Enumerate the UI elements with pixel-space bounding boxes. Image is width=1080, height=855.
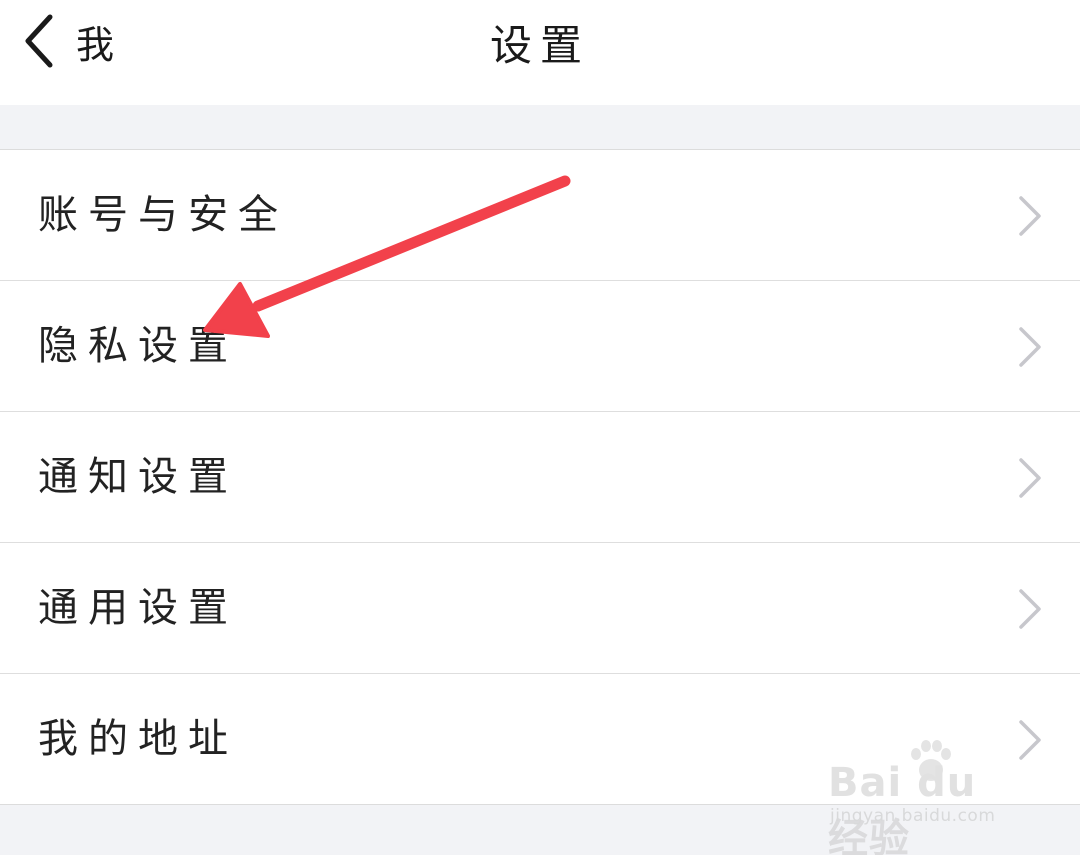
chevron-right-icon <box>1016 194 1044 238</box>
chevron-right-icon <box>1016 325 1044 369</box>
page-title: 设置 <box>489 21 590 70</box>
settings-item-label: 隐私设置 <box>38 323 238 369</box>
settings-item-label: 我的地址 <box>38 716 238 762</box>
settings-item-account-security[interactable]: 账号与安全 <box>0 150 1080 281</box>
baidu-jingyan-watermark: Bai du 经验 jingyan.baidu.com <box>828 738 1028 855</box>
settings-list: 账号与安全 隐私设置 通知设置 通用设置 我的地址 <box>0 149 1080 805</box>
chevron-right-icon <box>1016 456 1044 500</box>
settings-item-label: 通知设置 <box>38 454 238 500</box>
settings-item-label: 账号与安全 <box>38 192 288 238</box>
section-separator <box>0 105 1080 149</box>
settings-item-notifications[interactable]: 通知设置 <box>0 412 1080 543</box>
navigation-bar: 我 设置 <box>0 0 1080 105</box>
settings-item-label: 通用设置 <box>38 585 238 631</box>
settings-item-privacy[interactable]: 隐私设置 <box>0 281 1080 412</box>
watermark-url: jingyan.baidu.com <box>830 806 996 826</box>
settings-item-general[interactable]: 通用设置 <box>0 543 1080 674</box>
settings-screen: 我 设置 账号与安全 隐私设置 通知设置 通用设置 我的地址 Bai du 经验… <box>0 0 1080 855</box>
chevron-right-icon <box>1016 587 1044 631</box>
